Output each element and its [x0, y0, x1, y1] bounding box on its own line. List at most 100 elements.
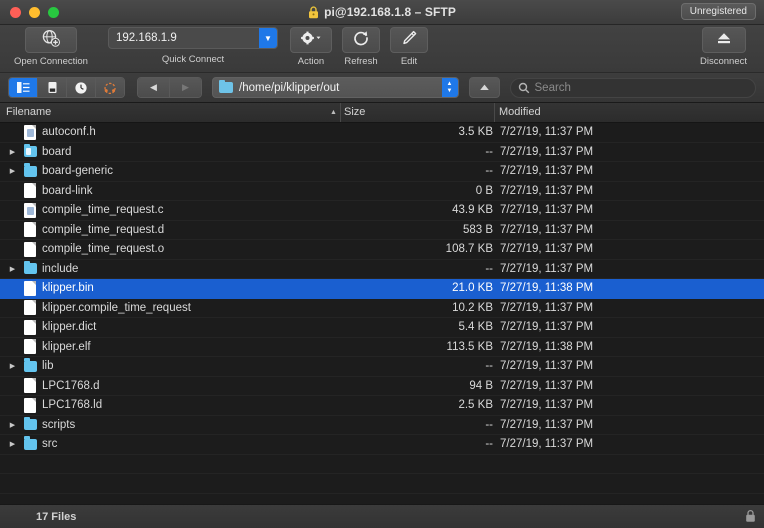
- table-row[interactable]: ▶board-generic--7/27/19, 11:37 PM: [0, 162, 764, 182]
- edit-button[interactable]: [390, 27, 428, 53]
- file-name-cell: LPC1768.ld: [42, 399, 102, 411]
- disclosure-triangle-icon[interactable]: ▶: [8, 167, 17, 175]
- file-count-label: 17 Files: [0, 511, 76, 523]
- file-name-cell: compile_time_request.d: [42, 224, 164, 236]
- table-row[interactable]: LPC1768.ld2.5 KB7/27/19, 11:37 PM: [0, 396, 764, 416]
- table-row[interactable]: autoconf.h3.5 KB7/27/19, 11:37 PM: [0, 123, 764, 143]
- file-size-cell: --: [340, 146, 493, 158]
- table-row[interactable]: klipper.dict5.4 KB7/27/19, 11:37 PM: [0, 318, 764, 338]
- table-row[interactable]: ▶include--7/27/19, 11:37 PM: [0, 260, 764, 280]
- folder-icon: [24, 417, 37, 432]
- file-modified-cell: 7/27/19, 11:37 PM: [500, 399, 593, 411]
- file-icon: [24, 398, 37, 413]
- disclosure-triangle-icon[interactable]: ▶: [8, 421, 17, 429]
- close-button[interactable]: [10, 7, 21, 18]
- icon-glyph: [24, 242, 36, 257]
- sync-view-icon[interactable]: [96, 78, 124, 97]
- column-header-modified[interactable]: Modified: [499, 106, 541, 118]
- title-bar: pi@192.168.1.8 – SFTP Unregistered: [0, 0, 764, 25]
- file-size-cell: --: [340, 165, 493, 177]
- file-name-cell: board: [42, 146, 71, 158]
- file-modified-cell: 7/27/19, 11:37 PM: [500, 204, 593, 216]
- file-name-cell: LPC1768.d: [42, 380, 100, 392]
- file-list[interactable]: autoconf.h3.5 KB7/27/19, 11:37 PM▶board-…: [0, 123, 764, 504]
- stepper-icon[interactable]: ▲▼: [442, 78, 458, 97]
- file-icon: [24, 300, 37, 315]
- table-row[interactable]: board-link0 B7/27/19, 11:37 PM: [0, 182, 764, 202]
- column-header-filename[interactable]: Filename: [6, 106, 51, 118]
- file-modified-cell: 7/27/19, 11:37 PM: [500, 380, 593, 392]
- file-icon: [24, 222, 37, 237]
- browser-view-icon[interactable]: [9, 78, 38, 97]
- file-modified-cell: 7/27/19, 11:37 PM: [500, 126, 593, 138]
- file-name-cell: klipper.elf: [42, 341, 91, 353]
- file-size-cell: --: [340, 438, 493, 450]
- icon-glyph: [24, 183, 36, 198]
- terminal-view-icon[interactable]: [38, 78, 67, 97]
- icon-glyph: [24, 419, 37, 430]
- maximize-button[interactable]: [48, 7, 59, 18]
- table-row[interactable]: compile_time_request.c43.9 KB7/27/19, 11…: [0, 201, 764, 221]
- table-row[interactable]: ▶lib--7/27/19, 11:37 PM: [0, 357, 764, 377]
- pencil-icon: [400, 29, 418, 52]
- file-modified-cell: 7/27/19, 11:37 PM: [500, 146, 593, 158]
- refresh-button[interactable]: [342, 27, 380, 53]
- file-size-cell: 113.5 KB: [340, 341, 493, 353]
- disclosure-triangle-icon[interactable]: ▶: [8, 362, 17, 370]
- file-name-cell: board-link: [42, 185, 93, 197]
- disclosure-triangle-icon[interactable]: ▶: [8, 440, 17, 448]
- icon-glyph: [24, 166, 37, 177]
- table-row[interactable]: compile_time_request.o108.7 KB7/27/19, 1…: [0, 240, 764, 260]
- forward-arrow-icon[interactable]: ▶: [170, 78, 201, 97]
- edit-label: Edit: [401, 56, 417, 67]
- icon-glyph: [24, 125, 36, 140]
- chevron-down-icon[interactable]: ▼: [259, 28, 277, 48]
- table-row[interactable]: ▶scripts--7/27/19, 11:37 PM: [0, 416, 764, 436]
- folder-icon: [24, 164, 37, 179]
- file-icon: [24, 339, 37, 354]
- clock-view-icon[interactable]: [67, 78, 96, 97]
- disclosure-triangle-icon[interactable]: ▶: [8, 265, 17, 273]
- action-button[interactable]: [290, 27, 332, 53]
- gear-icon: [299, 30, 323, 51]
- table-row[interactable]: LPC1768.d 94 B 7/27/19, 11:37 PM: [0, 377, 764, 397]
- minimize-button[interactable]: [29, 7, 40, 18]
- file-size-cell: 94 B: [340, 380, 493, 392]
- search-input[interactable]: Search: [510, 78, 757, 98]
- disconnect-group: Disconnect: [700, 27, 747, 67]
- quick-connect-value: 192.168.1.9: [109, 32, 259, 44]
- lock-icon: [308, 6, 319, 19]
- quick-connect-input[interactable]: 192.168.1.9 ▼: [108, 27, 278, 49]
- disclosure-triangle-icon[interactable]: ▶: [8, 148, 17, 156]
- disconnect-label: Disconnect: [700, 56, 747, 67]
- column-divider-size[interactable]: [340, 103, 341, 122]
- icon-glyph: [24, 263, 37, 274]
- status-bar: 17 Files: [0, 504, 764, 528]
- file-modified-cell: 7/27/19, 11:37 PM: [500, 243, 593, 255]
- file-name-cell: lib: [42, 360, 54, 372]
- table-row[interactable]: klipper.elf113.5 KB7/27/19, 11:38 PM: [0, 338, 764, 358]
- table-row[interactable]: compile_time_request.d583 B7/27/19, 11:3…: [0, 221, 764, 241]
- path-input[interactable]: /home/pi/klipper/out ▲▼: [212, 77, 459, 98]
- disconnect-button[interactable]: [702, 27, 746, 53]
- file-modified-cell: 7/27/19, 11:37 PM: [500, 419, 593, 431]
- back-arrow-icon[interactable]: ◀: [138, 78, 170, 97]
- document-file-icon: [24, 125, 37, 140]
- quick-connect-label: Quick Connect: [162, 54, 224, 65]
- file-size-cell: 10.2 KB: [340, 302, 493, 314]
- table-row[interactable]: ▶src--7/27/19, 11:37 PM: [0, 435, 764, 455]
- table-row[interactable]: klipper.bin21.0 KB7/27/19, 11:38 PM: [0, 279, 764, 299]
- table-row[interactable]: klipper.compile_time_request10.2 KB7/27/…: [0, 299, 764, 319]
- title-center-group: pi@192.168.1.8 – SFTP: [0, 0, 764, 24]
- up-arrow-icon[interactable]: [469, 77, 500, 98]
- table-row[interactable]: ▶ board -- 7/27/19, 11:37 PM: [0, 143, 764, 163]
- column-divider-modified[interactable]: [494, 103, 495, 122]
- unregistered-badge[interactable]: Unregistered: [681, 3, 756, 20]
- path-value: /home/pi/klipper/out: [233, 82, 442, 94]
- file-size-cell: 583 B: [340, 224, 493, 236]
- open-connection-button[interactable]: [25, 27, 77, 53]
- sort-ascending-icon[interactable]: ▲: [330, 109, 337, 116]
- column-header-size[interactable]: Size: [344, 106, 365, 118]
- file-icon: [24, 281, 37, 296]
- icon-glyph: [24, 398, 36, 413]
